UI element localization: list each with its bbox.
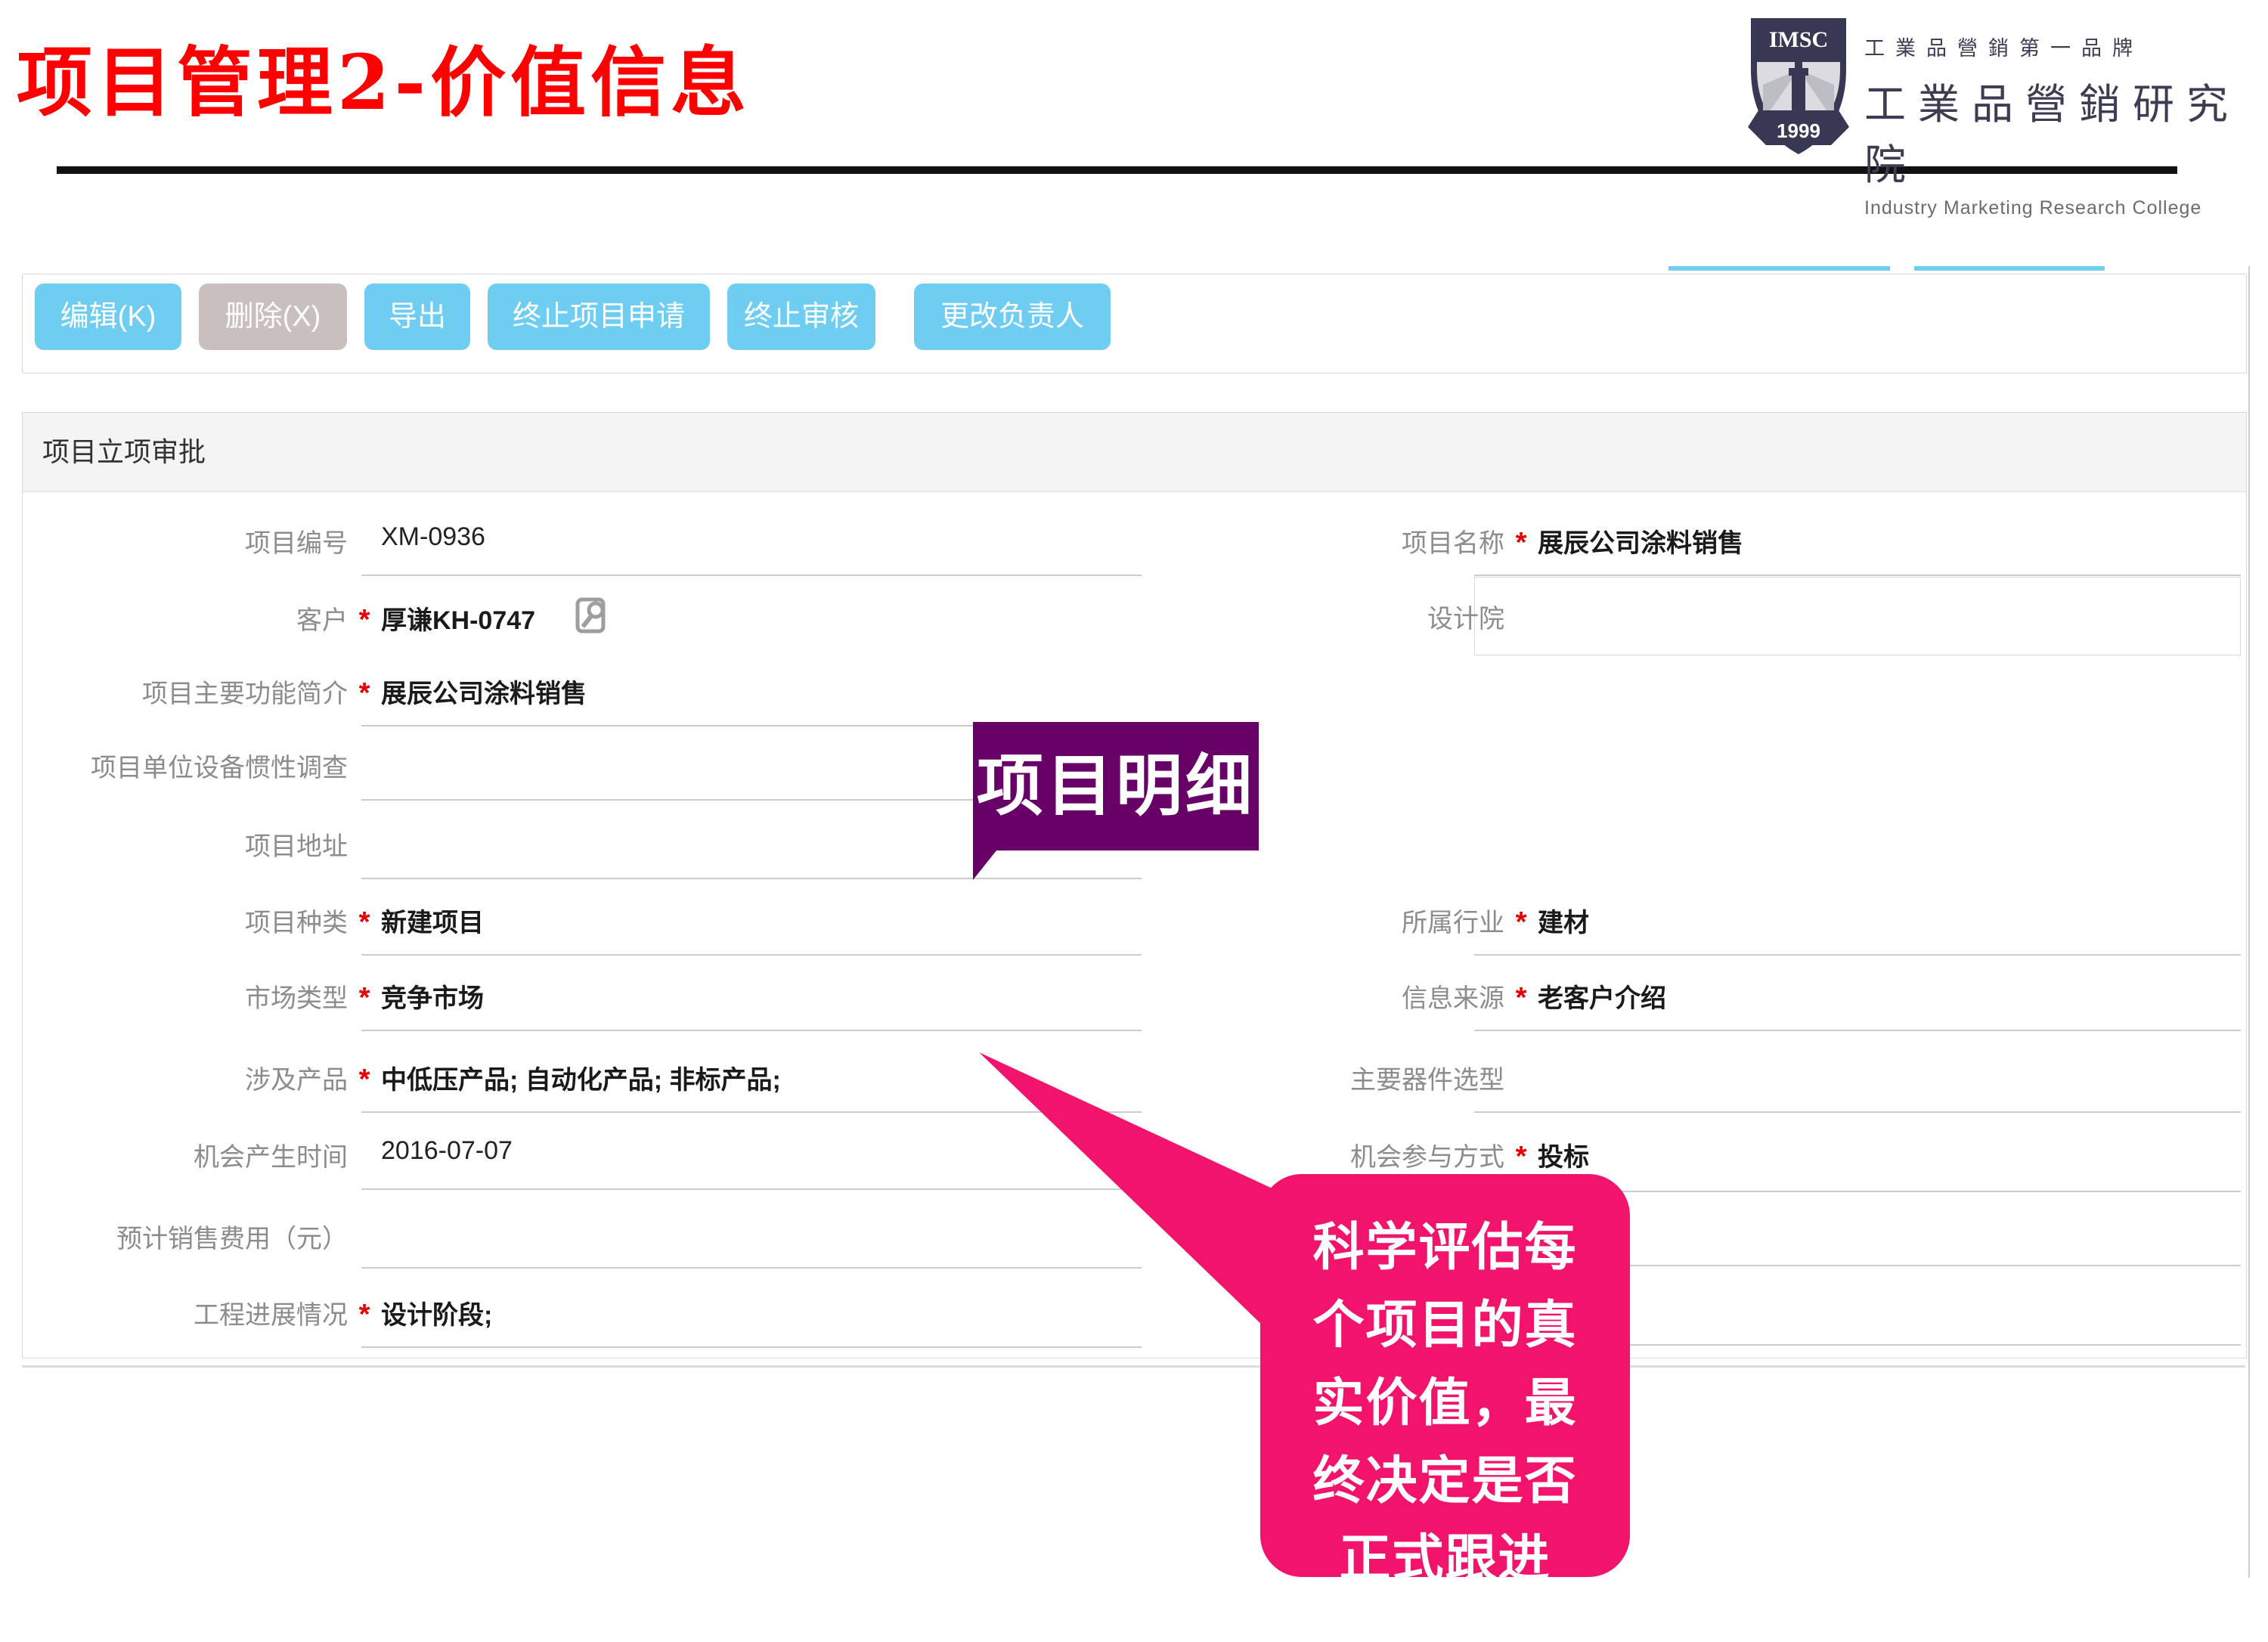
form-row-customer: 客户 * 厚谦KH-0747	[8, 599, 1157, 639]
required-asterisk: *	[352, 1299, 376, 1331]
change-owner-button[interactable]: 更改负责人	[914, 283, 1111, 350]
field-label: 市场类型	[8, 977, 348, 1015]
field-underline	[1474, 1030, 2241, 1031]
form-row-opportunity-date: 机会产生时间 2016-07-07	[8, 1136, 1157, 1176]
required-asterisk: *	[352, 982, 376, 1015]
field-label: 项目地址	[8, 826, 348, 863]
field-value: 展辰公司涂料销售	[381, 673, 587, 710]
form-row-project-summary: 项目主要功能简介 * 展辰公司涂料销售	[8, 673, 1157, 712]
field-label: 项目主要功能简介	[8, 673, 348, 710]
field-value: 投标	[1538, 1136, 1589, 1173]
logo-tagline: 工業品營銷第一品牌	[1864, 32, 2242, 61]
field-underline	[361, 1346, 1142, 1348]
edit-button[interactable]: 编辑(K)	[35, 283, 181, 350]
form-row-industry: 所属行业 * 建材	[1164, 902, 2245, 941]
field-label: 预计销售费用（元）	[8, 1218, 348, 1255]
logo-org-name: 工業品營銷研究院	[1864, 70, 2242, 191]
field-value: 2016-07-07	[381, 1136, 513, 1166]
field-underline	[361, 878, 1142, 879]
required-asterisk: *	[352, 604, 376, 637]
form-row-participation-method: 机会参与方式 * 投标	[1164, 1136, 2245, 1176]
field-label: 项目单位设备惯性调查	[8, 747, 348, 784]
field-value: 厚谦KH-0747	[381, 599, 535, 637]
export-button[interactable]: 导出	[364, 283, 470, 350]
field-label: 项目编号	[8, 522, 348, 559]
callout-text: 科学评估每 个项目的真 实价值，最 终决定是否 正式跟进	[1260, 1174, 1630, 1577]
callout-bubble: 科学评估每 个项目的真 实价值，最 终决定是否 正式跟进	[1260, 1174, 1630, 1577]
field-underline	[361, 1188, 1142, 1190]
panel-bottom-rule	[22, 1365, 2245, 1368]
field-value: 新建项目	[381, 902, 484, 939]
field-label: 项目名称	[1164, 522, 1504, 559]
field-value: XM-0936	[381, 522, 485, 552]
field-label: 主要器件选型	[1164, 1059, 1504, 1096]
panel-header: 项目立项审批	[23, 413, 2246, 492]
field-label: 机会参与方式	[1164, 1136, 1504, 1173]
field-label: 客户	[8, 599, 348, 637]
form-row-design-institute: 设计院	[1164, 598, 2245, 637]
shield-lighthouse-icon: IMSC 1999	[1745, 15, 1852, 163]
field-label: 工程进展情况	[8, 1294, 348, 1331]
title-underline	[57, 166, 2177, 174]
tab-underline	[1914, 266, 2105, 271]
required-asterisk: *	[352, 677, 376, 710]
field-label: 所属行业	[1164, 902, 1504, 939]
terminate-review-button[interactable]: 终止审核	[727, 283, 875, 350]
field-underline	[361, 954, 1142, 956]
toolbar	[22, 274, 2247, 373]
terminate-project-request-button[interactable]: 终止项目申请	[488, 283, 710, 350]
slide: 项目管理2-价值信息 IMSC 1999 工業品營銷第一品牌 工業品營銷研究院 …	[0, 0, 2268, 1642]
field-underline	[361, 1111, 1142, 1113]
field-underline	[1474, 954, 2241, 956]
form-row-project-no: 项目编号 XM-0936	[8, 522, 1157, 562]
field-underline	[361, 1030, 1142, 1031]
form-row-project-progress: 工程进展情况 * 设计阶段;	[8, 1294, 1157, 1334]
form-row-main-component-selection: 主要器件选型	[1164, 1059, 2245, 1098]
required-asterisk: *	[1509, 1141, 1533, 1173]
form-row-project-name: 项目名称 * 展辰公司涂料销售	[1164, 522, 2245, 562]
field-value: 老客户介绍	[1538, 977, 1666, 1015]
imsc-logo: IMSC 1999 工業品營銷第一品牌 工業品營銷研究院 Industry Ma…	[1745, 15, 2244, 166]
field-value: 竞争市场	[381, 977, 484, 1015]
field-value: 建材	[1538, 902, 1589, 939]
delete-button[interactable]: 删除(X)	[199, 283, 347, 350]
required-asterisk: *	[352, 906, 376, 939]
form-row-info-source: 信息来源 * 老客户介绍	[1164, 977, 2245, 1017]
form-row-market-type: 市场类型 * 竞争市场	[8, 977, 1157, 1017]
required-asterisk: *	[352, 1064, 376, 1096]
scrollbar[interactable]	[2248, 266, 2250, 1578]
field-value: 设计阶段;	[381, 1294, 492, 1331]
field-value: 中低压产品; 自动化产品; 非标产品;	[381, 1059, 781, 1096]
field-label: 机会产生时间	[8, 1136, 348, 1173]
field-label: 信息来源	[1164, 977, 1504, 1015]
tab-underline	[1668, 266, 1890, 271]
required-asterisk: *	[1509, 982, 1533, 1015]
project-detail-badge: 项目明细	[973, 722, 1259, 850]
required-asterisk: *	[1509, 906, 1533, 939]
required-asterisk: *	[1509, 527, 1533, 559]
shield-imsc-text: IMSC	[1769, 27, 1828, 52]
customer-lookup-icon[interactable]	[573, 596, 609, 636]
form-row-products-involved: 涉及产品 * 中低压产品; 自动化产品; 非标产品;	[8, 1059, 1157, 1098]
page-title: 项目管理2-价值信息	[17, 21, 751, 131]
field-underline	[361, 1267, 1142, 1269]
field-label: 项目种类	[8, 902, 348, 939]
field-underline	[1474, 575, 2241, 576]
form-row-estimated-sales-cost: 预计销售费用（元）	[8, 1218, 1157, 1257]
logo-org-name-en: Industry Marketing Research College	[1864, 197, 2242, 219]
field-underline	[1474, 1111, 2241, 1113]
form-row-project-type: 项目种类 * 新建项目	[8, 902, 1157, 941]
field-value: 展辰公司涂料销售	[1538, 522, 1743, 559]
field-label: 设计院	[1164, 598, 1504, 635]
field-underline	[361, 575, 1142, 576]
field-label: 涉及产品	[8, 1059, 348, 1096]
panel-title: 项目立项审批	[23, 413, 2246, 491]
shield-year-text: 1999	[1777, 119, 1820, 142]
